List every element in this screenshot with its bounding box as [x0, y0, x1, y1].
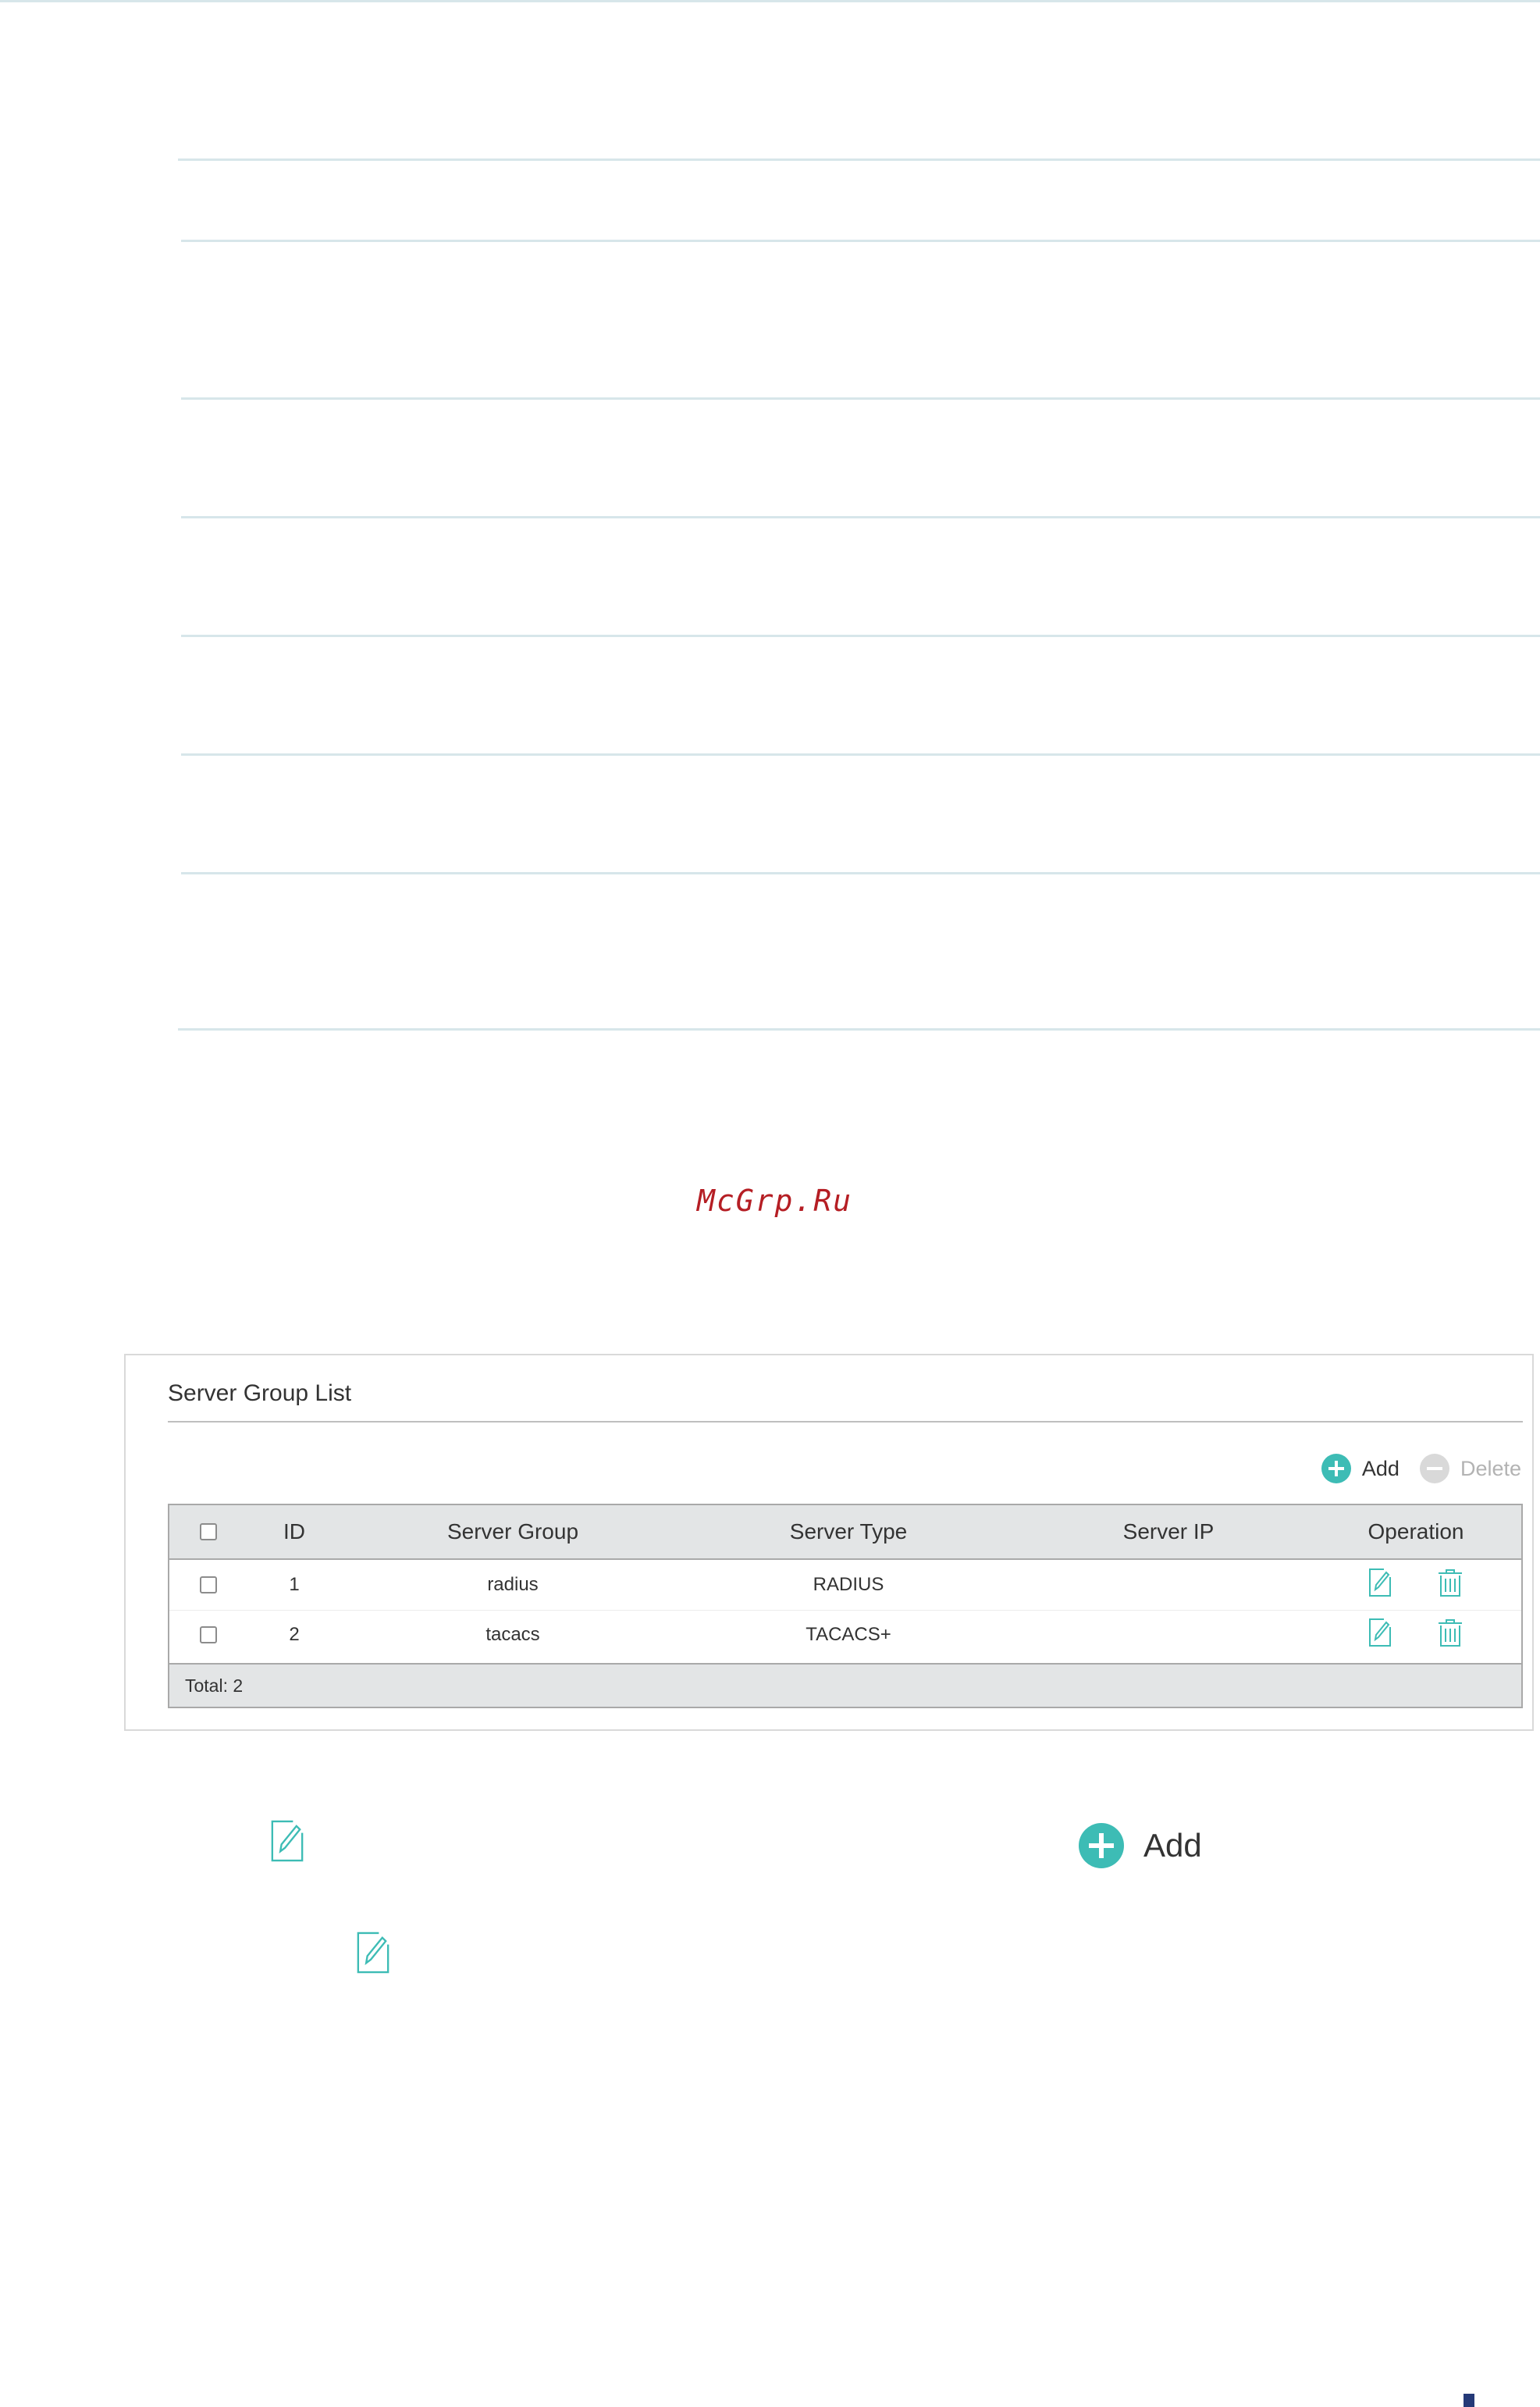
table-toolbar: Add Delete: [1301, 1452, 1521, 1485]
divider-line: [181, 635, 1540, 637]
cell-server-ip: [1028, 1610, 1309, 1660]
delete-button[interactable]: Delete: [1419, 1454, 1521, 1483]
column-header-server-ip: Server IP: [1122, 1519, 1215, 1544]
table-footer: Total: 2: [169, 1663, 1521, 1707]
add-legend-label: Add: [1143, 1827, 1202, 1864]
delete-button-label: Delete: [1460, 1456, 1521, 1480]
total-count: Total: 2: [185, 1675, 244, 1696]
edit-icon[interactable]: [1368, 1618, 1392, 1653]
row-checkbox[interactable]: [200, 1576, 217, 1593]
edit-icon: [269, 1819, 305, 1867]
table-header: ID Server Group Server Type Server IP Op…: [169, 1505, 1521, 1560]
row-select-cell: [185, 1610, 232, 1660]
divider-line: [181, 240, 1540, 242]
column-header-id: ID: [283, 1519, 305, 1544]
add-button-label: Add: [1361, 1456, 1400, 1480]
column-header-server-group: Server Group: [446, 1519, 579, 1544]
delete-circle-icon: [1419, 1454, 1449, 1483]
cell-server-type: TACACS+: [806, 1624, 891, 1645]
row-select-cell: [185, 1560, 232, 1610]
trash-icon[interactable]: [1437, 1568, 1464, 1603]
cell-server-group: radius: [487, 1574, 539, 1595]
cell-id: 1: [289, 1574, 300, 1595]
cell-id: 2: [289, 1624, 300, 1645]
add-button[interactable]: Add: [1321, 1454, 1400, 1483]
divider-line: [181, 397, 1540, 400]
cell-server-group: tacacs: [485, 1624, 540, 1645]
page-corner-mark: [1464, 2394, 1474, 2407]
cell-operation: [1309, 1610, 1523, 1660]
panel-title-divider: [168, 1421, 1523, 1422]
divider-line: [181, 872, 1540, 874]
cell-server-type: RADIUS: [813, 1574, 884, 1595]
column-header-server-type: Server Type: [789, 1519, 908, 1544]
table-row: 1 radius RADIUS: [169, 1560, 1521, 1611]
divider-line: [178, 1028, 1540, 1031]
select-all-checkbox[interactable]: [200, 1523, 217, 1540]
add-circle-icon: [1079, 1823, 1124, 1868]
edit-icon: [355, 1931, 391, 1978]
cell-operation: [1309, 1560, 1523, 1610]
divider-line: [178, 158, 1540, 161]
add-circle-icon: [1321, 1454, 1351, 1483]
divider-line: [181, 516, 1540, 518]
edit-icon[interactable]: [1368, 1568, 1392, 1603]
divider-line: [181, 753, 1540, 756]
server-group-list-panel: Server Group List Add Delete ID Server G…: [124, 1354, 1534, 1731]
table-row: 2 tacacs TACACS+: [169, 1610, 1521, 1660]
cell-server-ip: [1028, 1560, 1309, 1610]
trash-icon[interactable]: [1437, 1618, 1464, 1653]
server-group-table: ID Server Group Server Type Server IP Op…: [168, 1504, 1523, 1708]
row-checkbox[interactable]: [200, 1626, 217, 1643]
select-all-cell: [185, 1505, 232, 1558]
watermark-text: McGrp.Ru: [697, 1184, 853, 1218]
top-rule: [0, 0, 1540, 2]
add-button-legend: Add: [1079, 1823, 1202, 1868]
panel-title: Server Group List: [168, 1380, 352, 1406]
column-header-operation: Operation: [1368, 1519, 1464, 1544]
